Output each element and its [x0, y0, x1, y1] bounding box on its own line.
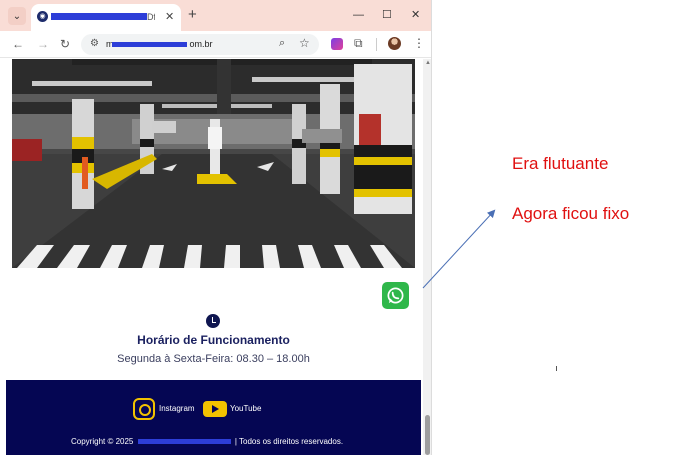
whatsapp-button[interactable] [382, 282, 409, 309]
arrow-left-icon[interactable]: ← [12, 36, 24, 52]
redaction-mark [51, 13, 147, 20]
copyright-suffix: | Todos os direitos reservados. [234, 437, 344, 446]
scrollbar-thumb[interactable] [425, 415, 430, 455]
scroll-up-icon[interactable]: ▲ [425, 60, 431, 66]
tab-bar: ⌄ ◉ Dfut ✕ + — ☐ ✕ [0, 0, 431, 31]
zoom-icon[interactable]: ⌕ [279, 37, 285, 50]
profile-avatar[interactable] [388, 37, 401, 50]
new-tab-icon[interactable]: + [188, 6, 197, 24]
maximize-icon[interactable]: ☐ [382, 8, 392, 22]
annotation-before-text: Era flutuante [512, 154, 609, 173]
stray-mark [556, 366, 557, 371]
opening-hours-title: Horário de Funcionamento [137, 333, 290, 347]
address-bar[interactable]: ⚙ m om.br ⌕ ☆ [81, 34, 319, 55]
tune-icon[interactable]: ⚙ [90, 38, 99, 49]
kebab-icon[interactable]: ⋮ [413, 36, 425, 50]
screenshot-stage: ⌄ ◉ Dfut ✕ + — ☐ ✕ ← → ↻ ⚙ mom.br ⌕ ☆ [0, 0, 689, 455]
redaction-mark [112, 42, 187, 47]
opening-hours-text: Segunda à Sexta-Feira: 08.30 – 18.00h [117, 353, 310, 365]
clock-icon [206, 314, 220, 328]
page-scrollbar[interactable]: ▲ [423, 59, 431, 455]
arrow-right-icon[interactable]: → [37, 36, 49, 52]
annotation-after-text: Agora ficou fixo [512, 204, 630, 223]
reload-icon[interactable]: ↻ [60, 36, 70, 52]
whatsapp-icon [387, 287, 404, 304]
close-tab-icon[interactable]: ✕ [165, 10, 174, 23]
site-footer: Instagram YouTube Copyright © 2025 | Tod… [6, 380, 421, 455]
copyright-text: Copyright © 2025 | Todos os direitos res… [71, 437, 343, 446]
browser-window: ⌄ ◉ Dfut ✕ + — ☐ ✕ ← → ↻ ⚙ mom.br ⌕ ☆ [0, 0, 432, 455]
page-viewport: Horário de Funcionamento Segunda à Sexta… [0, 59, 431, 455]
youtube-icon[interactable] [203, 401, 227, 417]
parking-garage-photo [12, 59, 415, 268]
minimize-icon[interactable]: — [353, 8, 364, 22]
chevron-down-icon[interactable]: ⌄ [8, 7, 26, 25]
instagram-icon[interactable] [133, 398, 155, 420]
copyright-prefix: Copyright © 2025 [71, 437, 134, 446]
youtube-link[interactable]: YouTube [230, 404, 261, 413]
browser-tab[interactable]: ◉ Dfut ✕ [31, 4, 181, 31]
instagram-link[interactable]: Instagram [159, 404, 195, 413]
close-window-icon[interactable]: ✕ [411, 8, 420, 22]
star-icon[interactable]: ☆ [299, 36, 310, 50]
puzzle-icon[interactable]: ⧉ [354, 36, 363, 51]
site-favicon-icon: ◉ [37, 11, 48, 22]
browser-toolbar: ← → ↻ ⚙ m om.br ⌕ ☆ ⧉ ⋮ [0, 31, 431, 58]
toolbar-divider [376, 38, 377, 51]
extension-app-icon[interactable] [331, 38, 343, 50]
redaction-mark [137, 439, 231, 445]
